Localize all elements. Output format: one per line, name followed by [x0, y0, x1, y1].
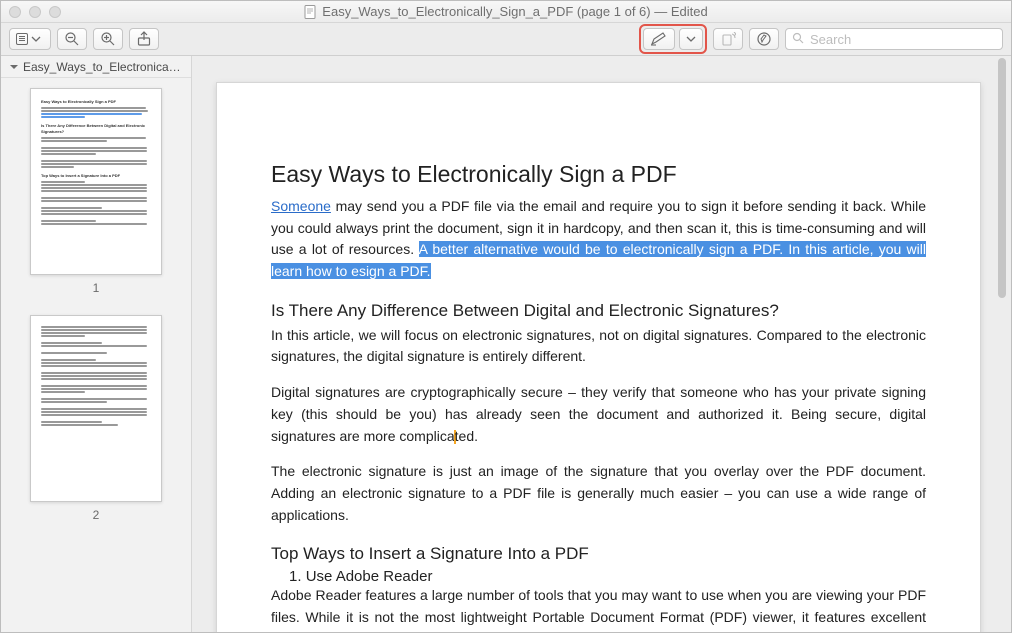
doc-paragraph: In this article, we will focus on electr…	[271, 325, 926, 368]
search-input[interactable]	[810, 32, 996, 47]
document-icon	[304, 5, 316, 19]
doc-heading-1: Easy Ways to Electronically Sign a PDF	[271, 161, 926, 188]
sidebar-header[interactable]: Easy_Ways_to_Electronicall...	[1, 56, 191, 78]
rotate-button[interactable]	[713, 28, 743, 50]
thumbnail-page-2	[30, 315, 162, 502]
zoom-out-button[interactable]	[57, 28, 87, 50]
vertical-scrollbar[interactable]	[995, 58, 1009, 630]
share-button[interactable]	[129, 28, 159, 50]
thumbnail-item[interactable]: 2	[1, 315, 191, 522]
pdf-page[interactable]: Easy Ways to Electronically Sign a PDF S…	[216, 82, 981, 632]
page-scroll-area[interactable]: Easy Ways to Electronically Sign a PDF S…	[192, 56, 1011, 632]
markup-button[interactable]	[643, 28, 675, 50]
doc-paragraph: The electronic signature is just an imag…	[271, 461, 926, 526]
app-window: Easy_Ways_to_Electronically_Sign_a_PDF (…	[0, 0, 1012, 633]
disclosure-triangle-icon	[9, 62, 19, 72]
thumbnail-list: Easy Ways to Electronically Sign a PDF I…	[1, 78, 191, 632]
doc-paragraph: Someone may send you a PDF file via the …	[271, 196, 926, 283]
sidebar: Easy_Ways_to_Electronicall... Easy Ways …	[1, 56, 192, 632]
doc-link-someone[interactable]: Someone	[271, 198, 331, 214]
traffic-lights	[9, 6, 61, 18]
annotate-button[interactable]	[749, 28, 779, 50]
titlebar: Easy_Ways_to_Electronically_Sign_a_PDF (…	[1, 1, 1011, 23]
zoom-in-button[interactable]	[93, 28, 123, 50]
markup-dropdown-button[interactable]	[679, 28, 703, 50]
search-icon	[792, 32, 804, 47]
main-pane: Easy Ways to Electronically Sign a PDF S…	[192, 56, 1011, 632]
view-mode-button[interactable]	[9, 28, 51, 50]
doc-paragraph: Digital signatures are cryptographically…	[271, 382, 926, 447]
search-field[interactable]	[785, 28, 1003, 50]
minimize-window-button[interactable]	[29, 6, 41, 18]
zoom-window-button[interactable]	[49, 6, 61, 18]
close-window-button[interactable]	[9, 6, 21, 18]
thumbnail-label: 1	[93, 281, 100, 295]
thumbnail-item[interactable]: Easy Ways to Electronically Sign a PDF I…	[1, 88, 191, 295]
doc-heading-2: Top Ways to Insert a Signature Into a PD…	[271, 544, 926, 564]
markup-toolbar-highlight	[639, 24, 707, 54]
doc-heading-2: Is There Any Difference Between Digital …	[271, 301, 926, 321]
thumbnail-label: 2	[93, 508, 100, 522]
sidebar-filename: Easy_Ways_to_Electronicall...	[23, 60, 183, 74]
doc-paragraph: Adobe Reader features a large number of …	[271, 585, 926, 632]
window-title: Easy_Ways_to_Electronically_Sign_a_PDF (…	[322, 4, 707, 19]
scrollbar-thumb[interactable]	[998, 58, 1006, 298]
thumbnail-page-1: Easy Ways to Electronically Sign a PDF I…	[30, 88, 162, 275]
doc-heading-3: Use Adobe Reader	[289, 568, 926, 585]
toolbar	[1, 23, 1011, 56]
